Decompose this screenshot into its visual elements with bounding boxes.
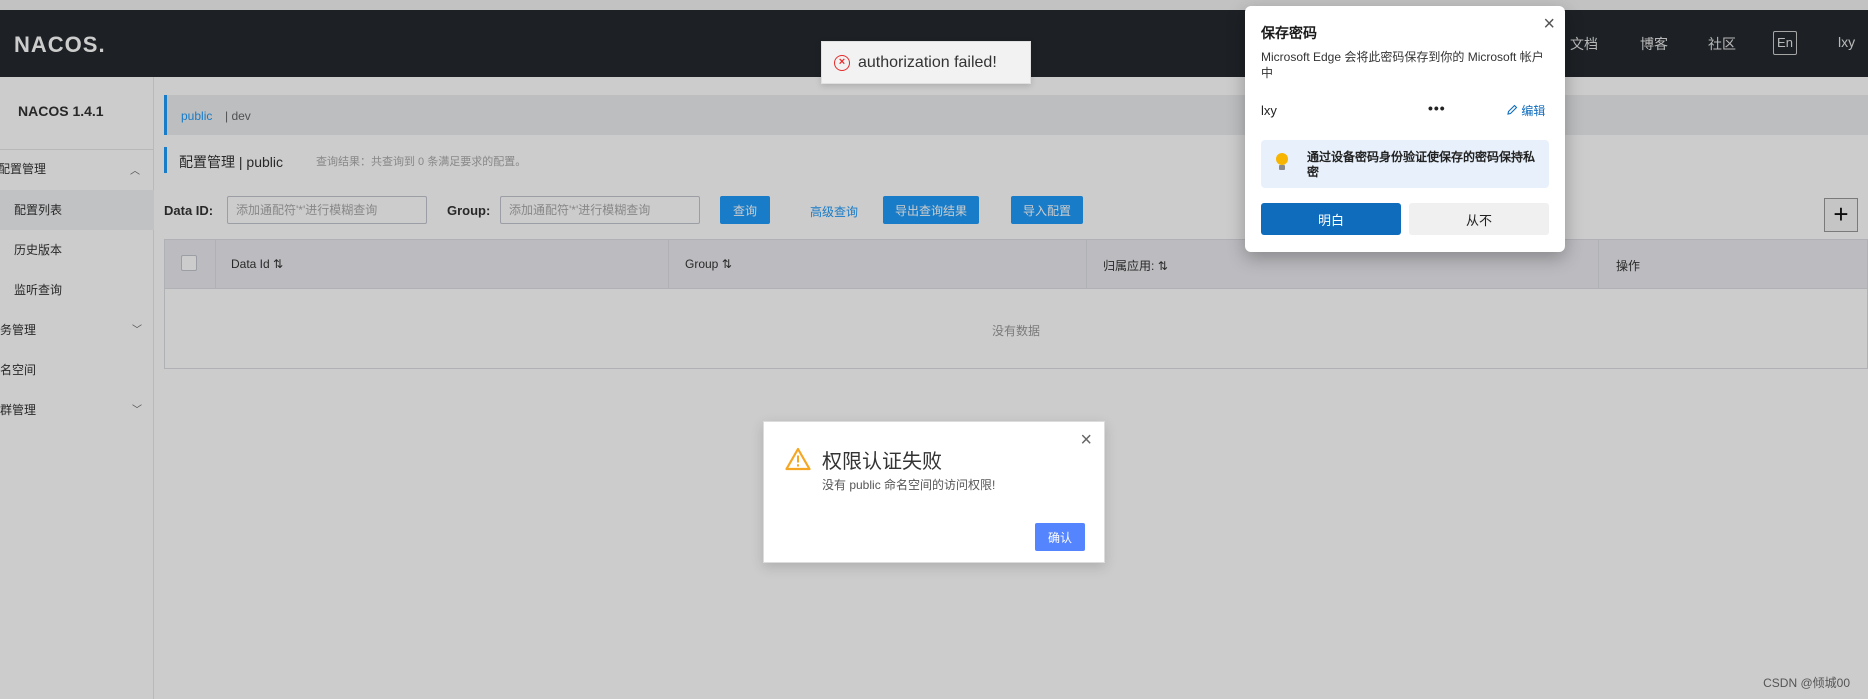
pencil-icon — [1507, 104, 1518, 115]
password-mask: ••• — [1428, 100, 1446, 116]
close-icon[interactable]: × — [1543, 14, 1555, 34]
auth-failed-dialog: × 权限认证失败 没有 public 命名空间的访问权限! 确认 — [763, 421, 1105, 563]
toast-message: authorization failed! — [858, 54, 997, 71]
got-it-button[interactable]: 明白 — [1261, 203, 1401, 235]
popup-description: Microsoft Edge 会将此密码保存到你的 Microsoft 帐户中 — [1261, 50, 1544, 80]
error-toast: × authorization failed! — [821, 41, 1031, 84]
saved-username: lxy — [1261, 103, 1277, 118]
lightbulb-icon — [1276, 153, 1288, 170]
dialog-title: 权限认证失败 — [822, 451, 942, 473]
csdn-watermark: CSDN @倾城00 — [1763, 676, 1850, 690]
edit-label: 编辑 — [1521, 104, 1546, 118]
confirm-button[interactable]: 确认 — [1035, 523, 1085, 551]
error-circle-icon: × — [834, 55, 850, 71]
tip-text: 通过设备密码身份验证使保存的密码保持私密 — [1307, 150, 1536, 179]
never-button[interactable]: 从不 — [1409, 203, 1549, 235]
edit-link[interactable]: 编辑 — [1506, 102, 1545, 119]
privacy-tip: 通过设备密码身份验证使保存的密码保持私密 — [1261, 140, 1549, 188]
popup-title: 保存密码 — [1261, 25, 1317, 41]
close-icon[interactable]: × — [1080, 430, 1092, 450]
modal-overlay — [0, 0, 1868, 699]
edge-save-password-popup: 保存密码 × Microsoft Edge 会将此密码保存到你的 Microso… — [1245, 6, 1565, 252]
dialog-message: 没有 public 命名空间的访问权限! — [822, 478, 996, 492]
warning-icon — [785, 447, 811, 471]
